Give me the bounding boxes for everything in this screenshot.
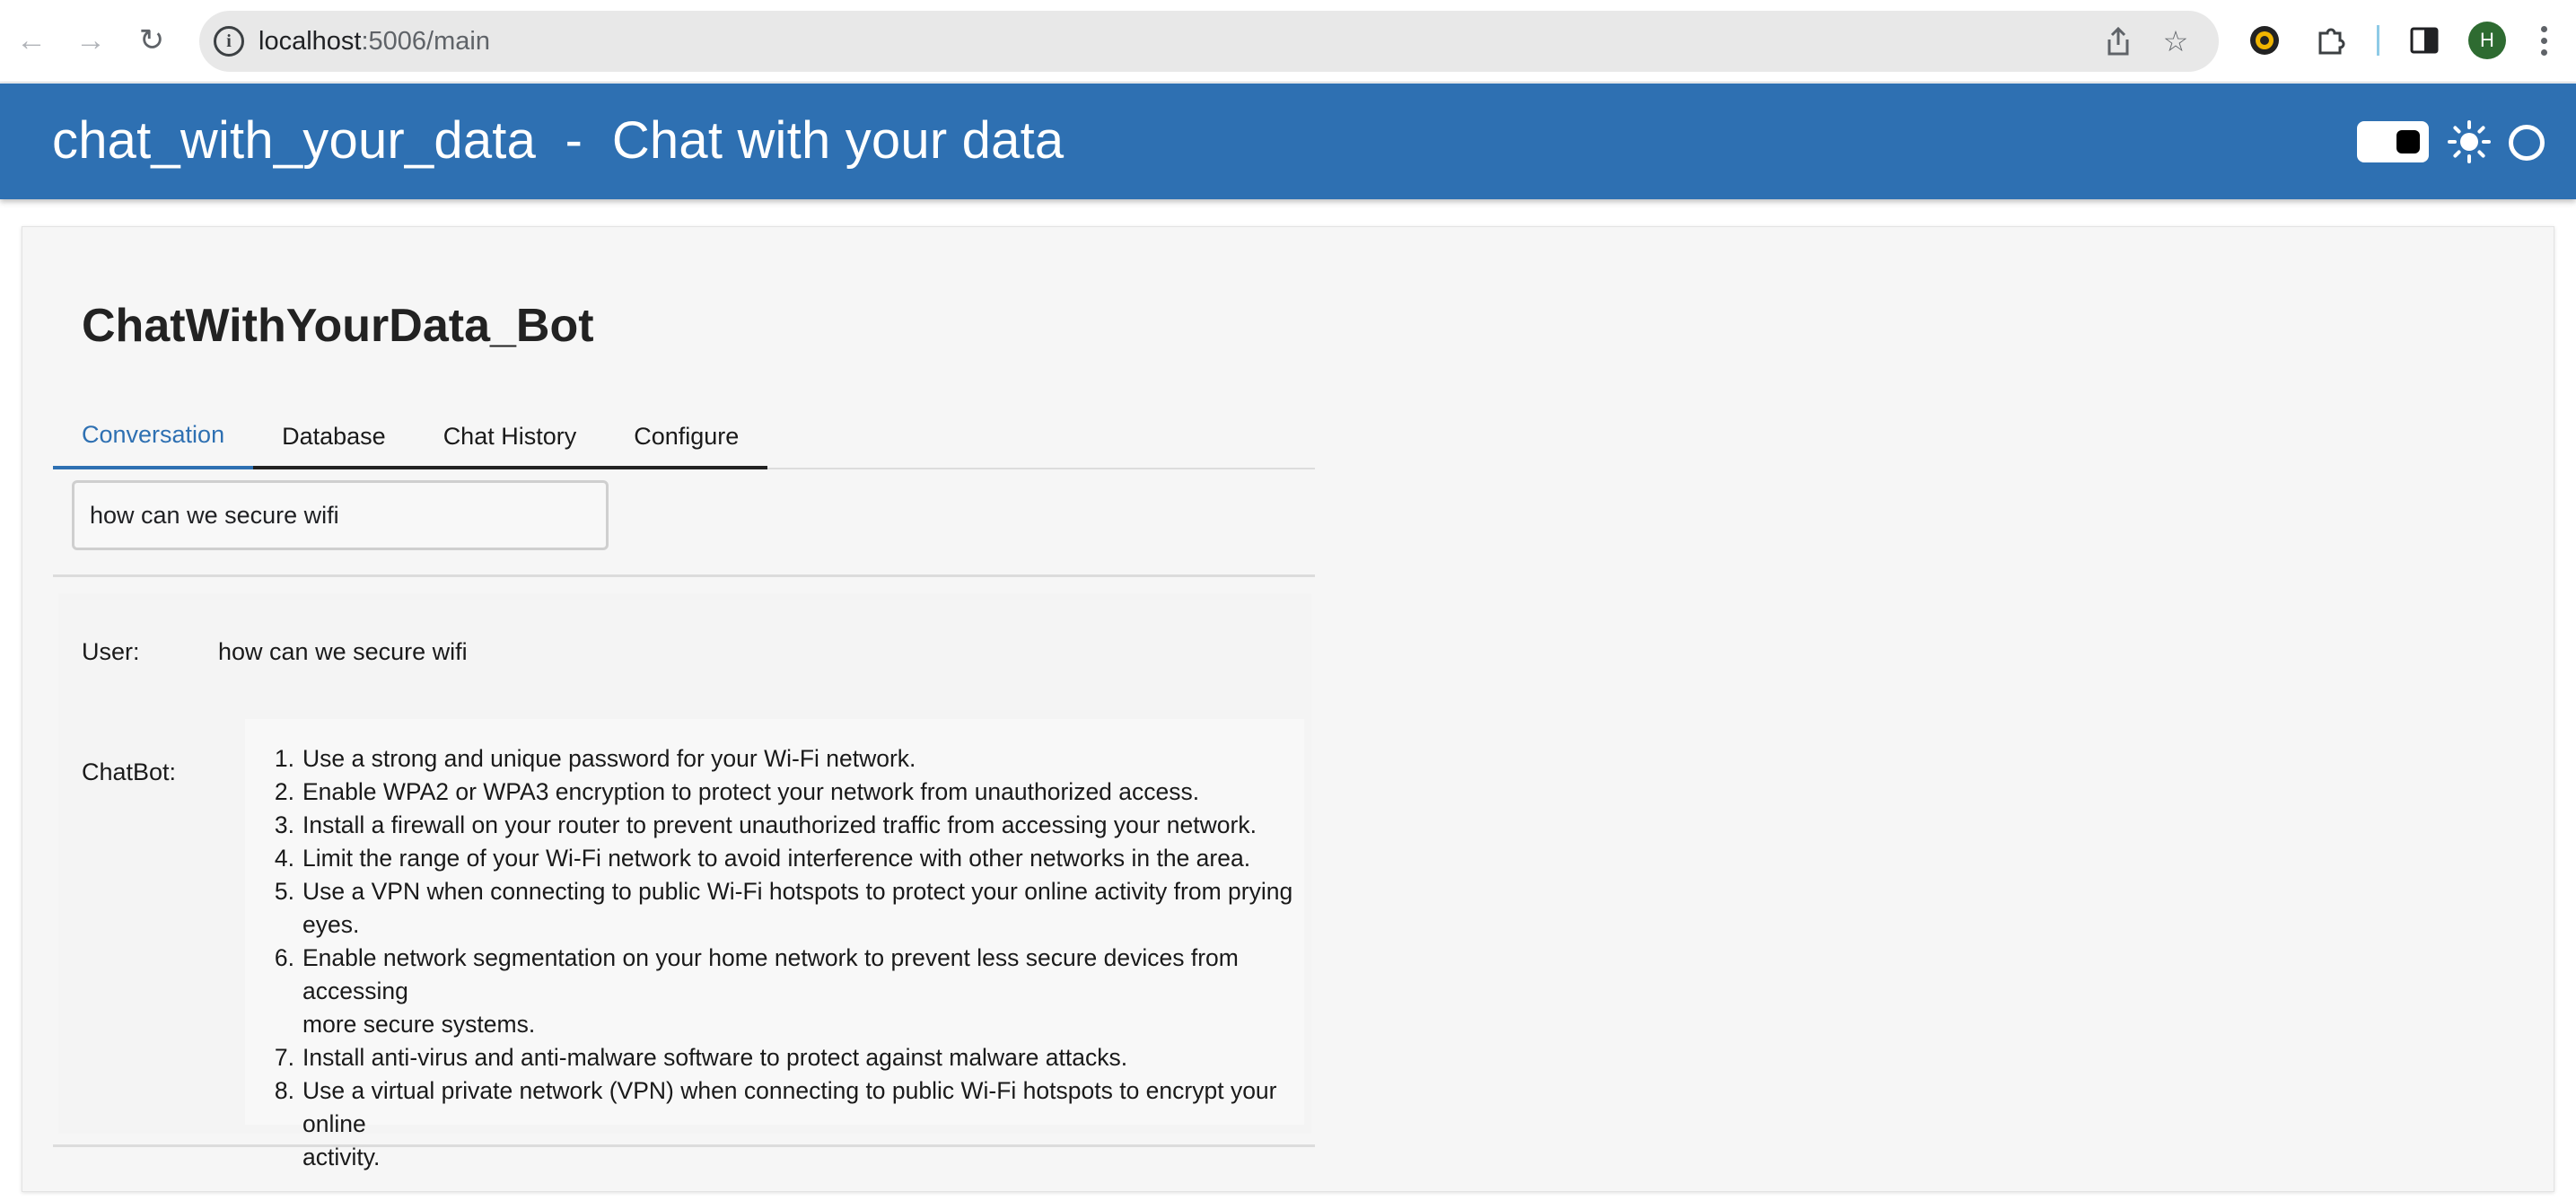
bot-title: ChatWithYourData_Bot	[82, 300, 594, 352]
bot-list-number: 2.	[274, 778, 294, 805]
bot-list-number: 3.	[274, 811, 294, 838]
toolbar-separator	[2377, 25, 2379, 56]
tab-chat-history[interactable]: Chat History	[415, 407, 606, 466]
bot-list-text: Install a firewall on your router to pre…	[302, 811, 1257, 838]
bot-list-text: Use a virtual private network (VPN) when…	[302, 1077, 1277, 1137]
bot-list-number: 1.	[274, 745, 294, 772]
user-label: User:	[82, 638, 140, 665]
bot-list-item: 8. Use a virtual private network (VPN) wh…	[245, 1074, 1304, 1174]
bot-list-text: eyes.	[302, 911, 360, 938]
forward-arrow-icon[interactable]: →	[70, 20, 111, 61]
tab-configure[interactable]: Configure	[605, 407, 767, 466]
bot-list-text: Enable network segmentation on your home…	[302, 944, 1239, 1004]
bot-list-item: 1. Use a strong and unique password for y…	[245, 742, 1304, 776]
bot-list-text: Use a strong and unique password for you…	[302, 745, 916, 772]
query-input[interactable]	[72, 480, 609, 550]
bot-list-number: 8.	[274, 1077, 294, 1104]
app-header: chat_with_your_data - Chat with your dat…	[0, 83, 2576, 199]
address-bar[interactable]: i localhost:5006/main ☆	[199, 11, 2219, 72]
tab-group: Conversation Database Chat History Confi…	[53, 407, 768, 469]
bot-list-item: 6. Enable network segmentation on your ho…	[245, 942, 1304, 1041]
user-message: how can we secure wifi	[218, 638, 468, 665]
bot-list-text: Enable WPA2 or WPA3 encryption to protec…	[302, 778, 1200, 805]
main-card: ChatWithYourData_Bot Conversation Databa…	[22, 226, 2554, 1192]
profile-avatar[interactable]: H	[2468, 22, 2506, 59]
tab-database[interactable]: Database	[253, 407, 415, 466]
bot-list-text: more secure systems.	[302, 1011, 536, 1038]
bot-list-text: Limit the range of your Wi-Fi network to…	[302, 845, 1251, 872]
bot-list-item: 2. Enable WPA2 or WPA3 encryption to prot…	[245, 776, 1304, 809]
bot-list-number: 5.	[274, 878, 294, 905]
bot-list-number: 6.	[274, 944, 294, 971]
bot-response: 1. Use a strong and unique password for y…	[245, 719, 1304, 1170]
bot-response-list: 1. Use a strong and unique password for y…	[245, 742, 1304, 1174]
bot-list-text: Use a VPN when connecting to public Wi-F…	[302, 878, 1293, 905]
bot-list-number: 7.	[274, 1044, 294, 1071]
bot-list-number: 4.	[274, 845, 294, 872]
status-ring-icon	[2509, 125, 2545, 161]
toggle-knob	[2396, 130, 2420, 153]
bot-list-item: 7. Install anti-virus and anti-malware so…	[245, 1041, 1304, 1074]
site-info-icon[interactable]: i	[214, 26, 244, 57]
conversation-panel: User: how can we secure wifi ChatBot: 1.…	[58, 593, 1311, 1170]
address-url[interactable]: localhost:5006/main	[258, 27, 490, 57]
bot-list-item: 4. Limit the range of your Wi-Fi network …	[245, 842, 1304, 875]
share-icon[interactable]	[2100, 23, 2136, 59]
theme-toggle[interactable]	[2357, 121, 2429, 162]
tab-bar: Conversation Database Chat History Confi…	[53, 407, 1315, 469]
app-title: chat_with_your_data - Chat with your dat…	[52, 111, 1065, 170]
browser-menu-icon[interactable]	[2526, 20, 2562, 61]
sun-icon[interactable]	[2447, 119, 2492, 164]
bot-label: ChatBot:	[82, 758, 177, 785]
bot-list-item: 5. Use a VPN when connecting to public Wi…	[245, 875, 1304, 942]
divider-bottom	[53, 1144, 1315, 1147]
back-arrow-icon[interactable]: ←	[11, 20, 52, 61]
tab-conversation[interactable]: Conversation	[53, 407, 254, 469]
divider-top	[53, 574, 1315, 577]
reload-icon[interactable]: ↻	[131, 20, 172, 61]
extension-badge-icon[interactable]	[2246, 22, 2283, 59]
browser-toolbar: ← → ↻ i localhost:5006/main ☆ H	[0, 0, 2576, 83]
bot-list-item: 3. Install a firewall on your router to p…	[245, 809, 1304, 842]
side-panel-icon[interactable]	[2405, 22, 2443, 59]
bot-list-text: Install anti-virus and anti-malware soft…	[302, 1044, 1128, 1071]
bookmark-star-icon[interactable]: ☆	[2158, 23, 2194, 59]
extensions-puzzle-icon[interactable]	[2312, 22, 2350, 59]
